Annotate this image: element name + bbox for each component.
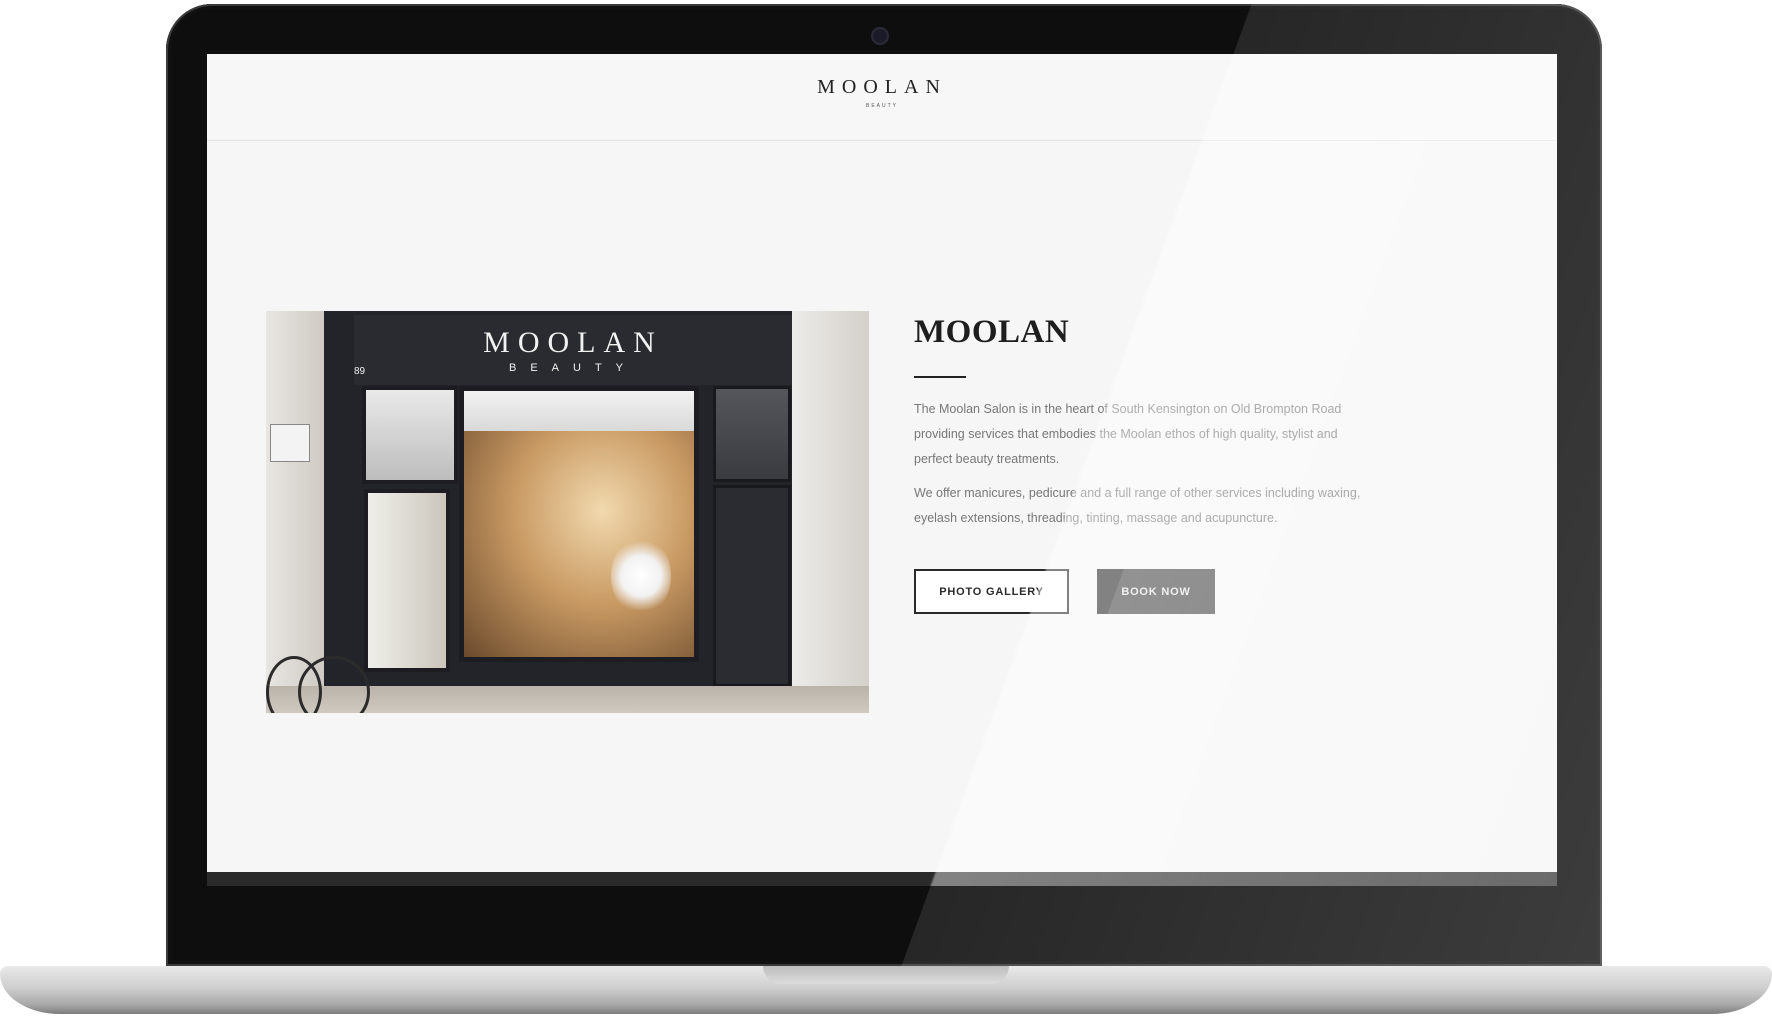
storefront-door	[364, 489, 450, 672]
side-door	[713, 485, 791, 687]
laptop-screen: MOOLAN BEAUTY MOOLAN BEAUTY 89 MOOLAN Th…	[207, 54, 1557, 886]
street-sign	[270, 424, 310, 462]
storefront-sign-main: MOOLAN	[483, 326, 663, 359]
site-header: MOOLAN BEAUTY	[207, 54, 1557, 141]
photo-gallery-button[interactable]: PHOTO GALLERY	[914, 569, 1069, 614]
logo-subtitle: BEAUTY	[865, 103, 898, 109]
screen-bezel-strip	[207, 872, 1557, 886]
title-divider	[914, 376, 966, 378]
storefront-sign-sub: BEAUTY	[508, 362, 637, 374]
about-title: MOOLAN	[914, 314, 1070, 350]
salon-storefront-photo: MOOLAN BEAUTY 89	[266, 311, 869, 713]
flower-arrangement	[611, 536, 671, 616]
about-paragraph-2: We offer manicures, pedicure and a full …	[914, 486, 1361, 525]
site-logo[interactable]: MOOLAN BEAUTY	[207, 76, 1557, 109]
logo-wordmark: MOOLAN	[817, 76, 947, 98]
laptop-opening-notch	[763, 966, 1009, 984]
about-paragraph-1: The Moolan Salon is in the heart of Sout…	[914, 402, 1342, 466]
book-now-button[interactable]: BOOK NOW	[1097, 569, 1215, 614]
webcam-icon	[873, 29, 887, 43]
street-number: 89	[354, 366, 366, 377]
storefront-sign: MOOLAN BEAUTY	[354, 315, 792, 385]
